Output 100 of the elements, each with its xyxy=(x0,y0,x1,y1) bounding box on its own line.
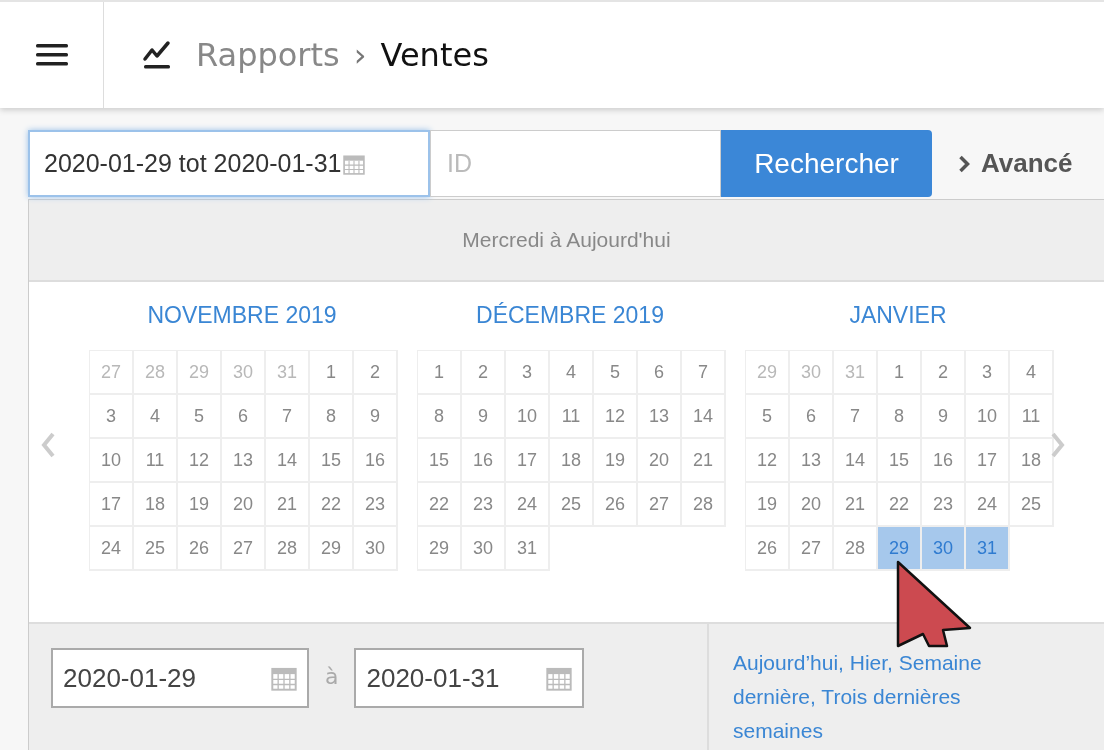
calendar-day[interactable]: 16 xyxy=(462,439,506,483)
calendar-day[interactable]: 29 xyxy=(746,351,790,395)
calendar-day[interactable]: 4 xyxy=(134,395,178,439)
calendar-day[interactable]: 2 xyxy=(462,351,506,395)
calendar-day[interactable]: 6 xyxy=(790,395,834,439)
start-date-field[interactable]: 2020-01-29 xyxy=(51,648,309,708)
calendar-day[interactable]: 10 xyxy=(506,395,550,439)
calendar-day[interactable]: 4 xyxy=(1010,351,1054,395)
calendar-day[interactable]: 7 xyxy=(834,395,878,439)
search-button[interactable]: Rechercher xyxy=(721,130,932,197)
calendar-day[interactable]: 11 xyxy=(134,439,178,483)
calendar-day[interactable]: 27 xyxy=(638,483,682,527)
calendar-day[interactable]: 25 xyxy=(134,527,178,571)
breadcrumb-link[interactable]: Rapports xyxy=(196,36,340,74)
calendar-day[interactable]: 4 xyxy=(550,351,594,395)
calendar-day[interactable]: 26 xyxy=(746,527,790,571)
calendar-day[interactable]: 29 xyxy=(310,527,354,571)
calendar-day[interactable]: 21 xyxy=(682,439,726,483)
calendar-day[interactable]: 17 xyxy=(966,439,1010,483)
calendar-day[interactable]: 21 xyxy=(834,483,878,527)
advanced-link[interactable]: Avancé xyxy=(981,148,1073,179)
calendar-day[interactable]: 22 xyxy=(310,483,354,527)
calendar-day[interactable]: 31 xyxy=(966,527,1010,571)
calendar-day[interactable]: 20 xyxy=(790,483,834,527)
calendar-day[interactable]: 28 xyxy=(682,483,726,527)
calendar-day[interactable]: 15 xyxy=(418,439,462,483)
calendar-day[interactable]: 8 xyxy=(878,395,922,439)
menu-icon[interactable] xyxy=(35,44,68,66)
calendar-day[interactable]: 14 xyxy=(266,439,310,483)
calendar-day[interactable]: 20 xyxy=(638,439,682,483)
calendar-day[interactable]: 13 xyxy=(638,395,682,439)
calendar-day[interactable]: 30 xyxy=(222,351,266,395)
calendar-day[interactable]: 22 xyxy=(418,483,462,527)
calendar-day[interactable]: 26 xyxy=(594,483,638,527)
calendar-day[interactable]: 13 xyxy=(790,439,834,483)
calendar-day[interactable]: 28 xyxy=(834,527,878,571)
end-date-field[interactable]: 2020-01-31 xyxy=(354,648,585,708)
calendar-day[interactable]: 12 xyxy=(594,395,638,439)
calendar-day[interactable]: 15 xyxy=(878,439,922,483)
calendar-day[interactable]: 27 xyxy=(790,527,834,571)
calendar-day[interactable]: 7 xyxy=(682,351,726,395)
calendar-day[interactable]: 23 xyxy=(354,483,398,527)
calendar-day[interactable]: 14 xyxy=(682,395,726,439)
calendar-day[interactable]: 17 xyxy=(506,439,550,483)
calendar-day[interactable]: 19 xyxy=(746,483,790,527)
calendar-day[interactable]: 12 xyxy=(746,439,790,483)
calendar-day[interactable]: 17 xyxy=(90,483,134,527)
date-range-field[interactable]: 2020-01-29 tot 2020-01-31 xyxy=(28,130,430,197)
calendar-day[interactable]: 30 xyxy=(354,527,398,571)
calendar-day[interactable]: 16 xyxy=(354,439,398,483)
calendar-day[interactable]: 9 xyxy=(922,395,966,439)
chevron-right-icon[interactable] xyxy=(958,154,971,173)
calendar-day[interactable]: 6 xyxy=(638,351,682,395)
calendar-day[interactable]: 1 xyxy=(310,351,354,395)
calendar-day[interactable]: 20 xyxy=(222,483,266,527)
calendar-day[interactable]: 15 xyxy=(310,439,354,483)
calendar-day[interactable]: 2 xyxy=(922,351,966,395)
calendar-day[interactable]: 21 xyxy=(266,483,310,527)
calendar-day[interactable]: 8 xyxy=(418,395,462,439)
calendar-day[interactable]: 10 xyxy=(90,439,134,483)
calendar-day[interactable]: 11 xyxy=(1010,395,1054,439)
calendar-day[interactable]: 10 xyxy=(966,395,1010,439)
calendar-day[interactable]: 29 xyxy=(178,351,222,395)
calendar-day[interactable]: 13 xyxy=(222,439,266,483)
calendar-day[interactable]: 28 xyxy=(266,527,310,571)
calendar-day[interactable]: 5 xyxy=(178,395,222,439)
calendar-day[interactable]: 14 xyxy=(834,439,878,483)
calendar-day[interactable]: 27 xyxy=(90,351,134,395)
calendar-day[interactable]: 24 xyxy=(506,483,550,527)
calendar-day[interactable]: 25 xyxy=(550,483,594,527)
calendar-day[interactable]: 9 xyxy=(354,395,398,439)
calendar-day[interactable]: 12 xyxy=(178,439,222,483)
calendar-day[interactable]: 9 xyxy=(462,395,506,439)
calendar-day[interactable]: 30 xyxy=(790,351,834,395)
calendar-day[interactable]: 25 xyxy=(1010,483,1054,527)
calendar-day[interactable]: 22 xyxy=(878,483,922,527)
calendar-day[interactable]: 8 xyxy=(310,395,354,439)
calendar-day[interactable]: 5 xyxy=(746,395,790,439)
calendar-day[interactable]: 5 xyxy=(594,351,638,395)
calendar-day[interactable]: 18 xyxy=(550,439,594,483)
calendar-day[interactable]: 29 xyxy=(418,527,462,571)
calendar-day[interactable]: 27 xyxy=(222,527,266,571)
calendar-day[interactable]: 6 xyxy=(222,395,266,439)
calendar-day[interactable]: 29 xyxy=(878,527,922,571)
calendar-day[interactable]: 16 xyxy=(922,439,966,483)
calendar-day[interactable]: 7 xyxy=(266,395,310,439)
calendar-day[interactable]: 31 xyxy=(266,351,310,395)
calendar-day[interactable]: 23 xyxy=(462,483,506,527)
id-field[interactable]: ID xyxy=(430,130,721,197)
calendar-day[interactable]: 31 xyxy=(506,527,550,571)
calendar-day[interactable]: 11 xyxy=(550,395,594,439)
calendar-day[interactable]: 19 xyxy=(178,483,222,527)
calendar-day[interactable]: 2 xyxy=(354,351,398,395)
calendar-day[interactable]: 3 xyxy=(966,351,1010,395)
calendar-day[interactable]: 18 xyxy=(1010,439,1054,483)
calendar-day[interactable]: 28 xyxy=(134,351,178,395)
calendar-day[interactable]: 24 xyxy=(966,483,1010,527)
calendar-day[interactable]: 30 xyxy=(922,527,966,571)
calendar-day[interactable]: 30 xyxy=(462,527,506,571)
calendar-day[interactable]: 1 xyxy=(418,351,462,395)
